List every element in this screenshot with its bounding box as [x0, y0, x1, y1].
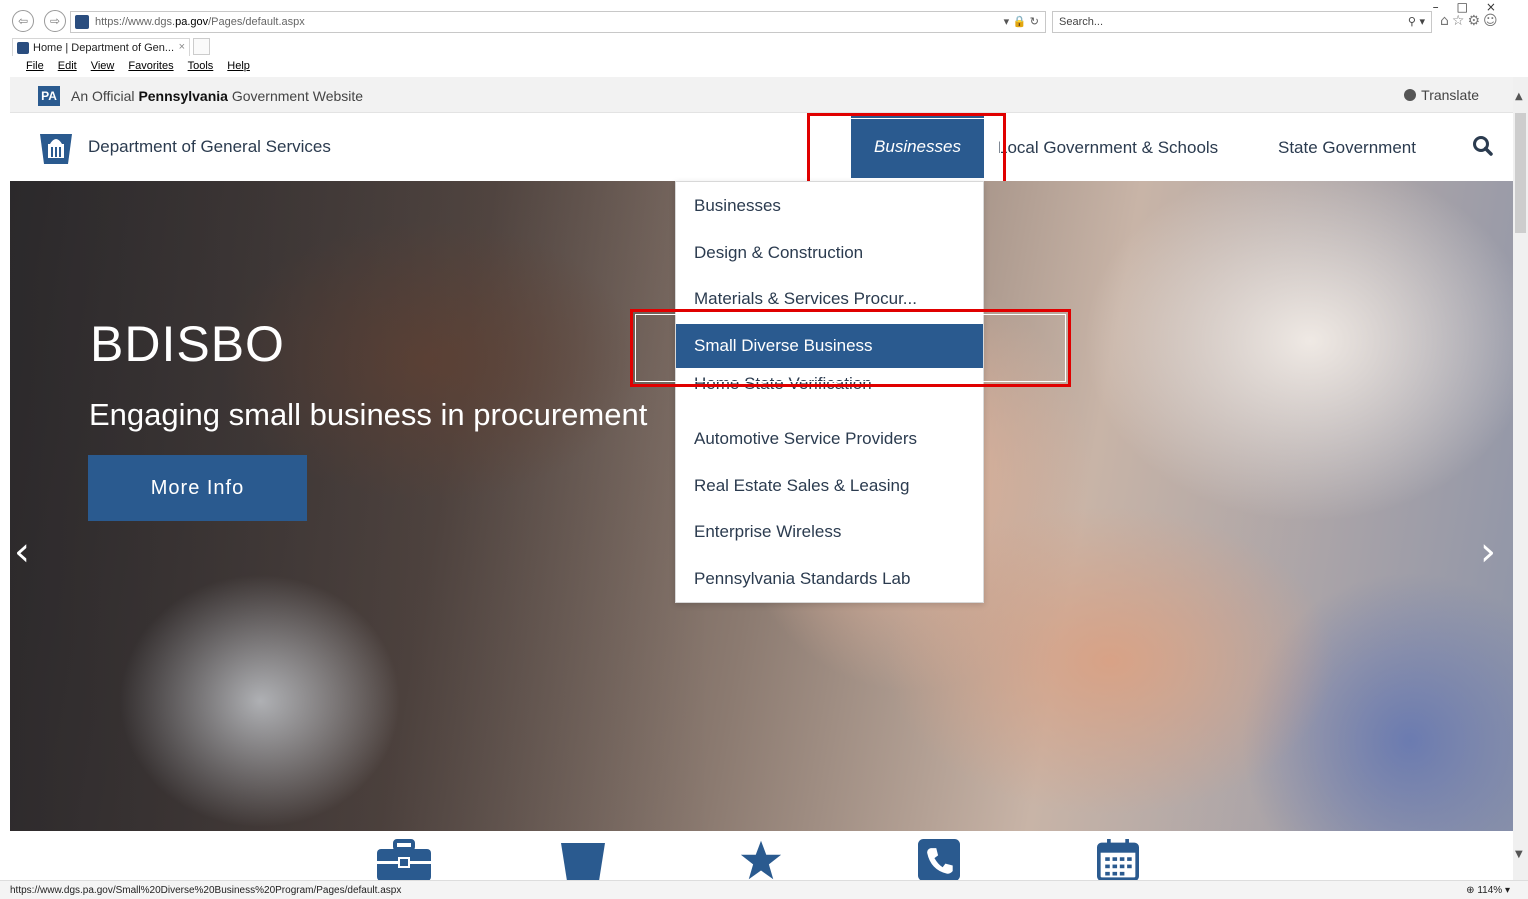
url-prefix: https://www.dgs. [95, 16, 176, 28]
dropdown-item-automotive[interactable]: Automotive Service Providers [676, 417, 983, 461]
web-page: PA An Official Pennsylvania Government W… [10, 77, 1513, 880]
nav-state-government[interactable]: State Government [1278, 138, 1416, 158]
menu-view[interactable]: View [91, 60, 115, 76]
businesses-dropdown: Businesses Design & Construction Materia… [675, 181, 984, 603]
address-bar[interactable]: https://www.dgs. pa.gov/Pages/default.asp… [70, 11, 1046, 33]
menu-bar: File Edit View Favorites Tools Help [26, 60, 250, 76]
menu-edit[interactable]: Edit [58, 60, 77, 76]
highlight-box-small-diverse-business [630, 309, 1071, 387]
lock-refresh-icon[interactable]: ▾ 🔒 ↻ [1004, 15, 1039, 28]
forward-button[interactable]: ⇨ [44, 10, 66, 32]
globe-icon [1404, 89, 1417, 101]
translate-label: Translate [1421, 87, 1479, 103]
phone-icon[interactable] [916, 839, 962, 880]
dropdown-item-design-construction[interactable]: Design & Construction [676, 231, 983, 275]
window-controls[interactable]: –□× [1433, 0, 1514, 14]
back-button[interactable]: ⇦ [12, 10, 34, 32]
toolbar-icons[interactable]: ⌂☆⚙☺ [1440, 13, 1501, 29]
carousel-next-icon[interactable]: › [1480, 529, 1496, 575]
pa-badge-icon: PA [38, 86, 60, 106]
dropdown-item-businesses[interactable]: Businesses [676, 184, 983, 228]
zoom-level[interactable]: ⊕ 114% ▾ [1466, 885, 1510, 896]
tab-close-icon[interactable]: × [179, 41, 185, 53]
menu-help[interactable]: Help [227, 60, 250, 76]
keystone-icon[interactable] [561, 839, 605, 880]
hero-title: BDISBO [90, 316, 285, 372]
page-scrollbar[interactable]: ▲ ▼ [1513, 77, 1528, 880]
carousel-prev-icon[interactable]: ‹ [14, 529, 30, 575]
url-domain: pa.gov [175, 16, 209, 28]
nav-local-government[interactable]: Local Government & Schools [998, 138, 1218, 158]
translate-link[interactable]: Translate [1404, 87, 1479, 103]
menu-file[interactable]: File [26, 60, 44, 76]
status-url: https://www.dgs.pa.gov/Small%20Diverse%2… [10, 885, 402, 896]
scroll-up-icon[interactable]: ▲ [1515, 91, 1523, 102]
browser-chrome: ⇦ ⇨ https://www.dgs. pa.gov/Pages/default… [0, 0, 1528, 77]
briefcase-icon[interactable] [377, 839, 431, 880]
tab-title: Home | Department of Gen... [33, 41, 175, 54]
calendar-icon[interactable] [1095, 839, 1141, 880]
url-suffix: /Pages/default.aspx [208, 16, 305, 28]
department-name[interactable]: Department of General Services [88, 137, 331, 157]
browser-search-input[interactable]: Search... ⚲ ▾ [1052, 11, 1432, 33]
new-tab-button[interactable] [193, 38, 210, 55]
more-info-button[interactable]: More Info [88, 455, 307, 521]
official-text: An Official Pennsylvania Government Webs… [71, 88, 364, 104]
dropdown-item-real-estate[interactable]: Real Estate Sales & Leasing [676, 464, 983, 508]
keystone-logo-icon[interactable] [38, 128, 74, 166]
site-header: Department of General Services Businesse… [10, 113, 1513, 184]
dropdown-item-enterprise-wireless[interactable]: Enterprise Wireless [676, 510, 983, 554]
official-banner: PA An Official Pennsylvania Government W… [10, 77, 1513, 113]
hero-subtitle: Engaging small business in procurement [89, 397, 648, 432]
search-icon[interactable] [1472, 135, 1494, 157]
quick-links-strip [10, 831, 1513, 880]
search-dropdown-icon[interactable]: ⚲ ▾ [1408, 15, 1425, 28]
scroll-thumb[interactable] [1515, 113, 1526, 233]
tab-favicon-icon [17, 41, 29, 54]
address-row: ⇦ ⇨ https://www.dgs. pa.gov/Pages/default… [0, 0, 1528, 36]
menu-favorites[interactable]: Favorites [128, 60, 173, 76]
site-favicon-icon [75, 15, 89, 29]
dropdown-item-standards-lab[interactable]: Pennsylvania Standards Lab [676, 557, 983, 601]
scroll-down-icon[interactable]: ▼ [1515, 849, 1523, 860]
browser-search-placeholder: Search... [1059, 16, 1104, 28]
star-icon[interactable] [736, 839, 786, 880]
tab-home[interactable]: Home | Department of Gen... × [12, 38, 190, 56]
status-bar: https://www.dgs.pa.gov/Small%20Diverse%2… [0, 880, 1528, 899]
menu-tools[interactable]: Tools [188, 60, 214, 76]
highlight-box-businesses [807, 113, 1006, 184]
